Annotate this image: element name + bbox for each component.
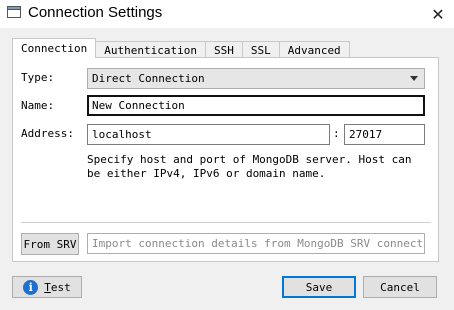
close-button[interactable]: ✕ <box>422 0 454 28</box>
host-input-value: localhost <box>92 128 152 141</box>
test-button[interactable]: i Test <box>12 276 82 298</box>
cancel-button[interactable]: Cancel <box>363 276 437 298</box>
window-title: Connection Settings <box>28 4 163 21</box>
port-input[interactable]: 27017 <box>344 124 425 145</box>
tab-connection[interactable]: Connection <box>12 38 97 58</box>
tab-bar: Connection Authentication SSH SSL Advanc… <box>12 38 350 58</box>
srv-input-placeholder: Import connection details from MongoDB S… <box>92 237 424 250</box>
from-srv-label: From SRV <box>23 237 77 251</box>
name-label: Name: <box>21 99 55 112</box>
tab-advanced[interactable]: Advanced <box>278 41 350 58</box>
tab-label: SSH <box>213 43 234 57</box>
type-select-value: Direct Connection <box>92 72 205 85</box>
from-srv-button[interactable]: From SRV <box>21 233 79 255</box>
test-label: Test <box>44 280 71 294</box>
port-input-value: 27017 <box>349 128 383 141</box>
tab-label: SSL <box>250 43 271 57</box>
cancel-label: Cancel <box>380 280 420 294</box>
chevron-down-icon <box>410 76 418 81</box>
title-bar: Connection Settings ✕ <box>0 0 454 28</box>
tab-label: Connection <box>21 42 88 55</box>
srv-input[interactable]: Import connection details from MongoDB S… <box>87 233 425 254</box>
address-label: Address: <box>21 127 74 140</box>
name-input[interactable]: New Connection <box>87 95 425 116</box>
type-select[interactable]: Direct Connection <box>87 68 425 89</box>
tab-label: Authentication <box>104 43 197 57</box>
close-icon: ✕ <box>431 4 445 24</box>
tab-ssl[interactable]: SSL <box>241 41 280 58</box>
save-label: Save <box>305 280 333 294</box>
info-icon: i <box>23 279 39 295</box>
connection-panel: Type: Direct Connection Name: New Connec… <box>12 57 439 262</box>
host-input[interactable]: localhost <box>87 124 330 145</box>
tab-ssh[interactable]: SSH <box>204 41 243 58</box>
tab-label: Advanced <box>287 43 341 57</box>
port-separator: : <box>333 127 340 140</box>
name-input-value: New Connection <box>92 99 185 112</box>
panel-divider <box>21 222 431 223</box>
window-icon <box>7 6 21 18</box>
type-label: Type: <box>21 71 55 84</box>
address-help-text: Specify host and port of MongoDB server.… <box>87 153 412 180</box>
save-button[interactable]: Save <box>282 276 356 298</box>
dialog-body: Connection Authentication SSH SSL Advanc… <box>0 28 454 310</box>
tab-authentication[interactable]: Authentication <box>95 41 206 58</box>
